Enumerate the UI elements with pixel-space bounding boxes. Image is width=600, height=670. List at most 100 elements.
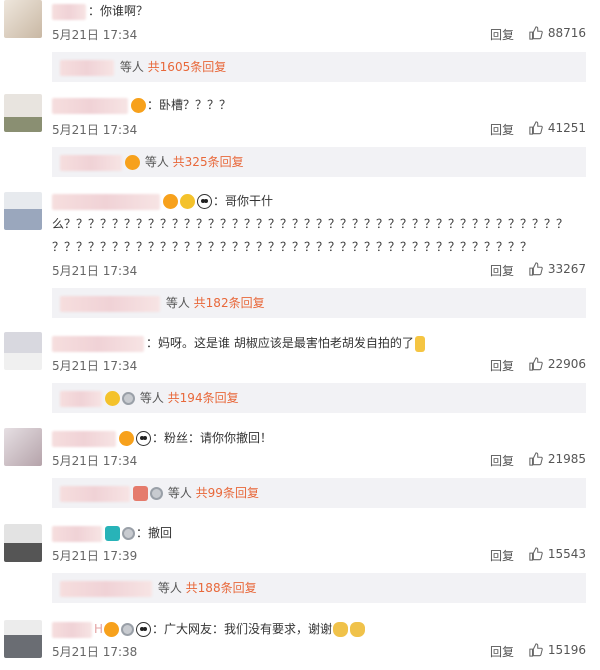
like-button[interactable]: 88716 [529,26,586,40]
comment-text: ：妈呀。这是谁 胡椒应该是最害怕老胡发自拍的了 [146,336,414,350]
fire-emoji-icon [125,155,140,170]
username-visible-part[interactable]: H [94,622,103,636]
like-count: 15543 [547,547,586,561]
panda-emoji-icon [136,431,151,446]
like-count: 21985 [547,452,586,466]
reply-count-link[interactable]: 共99条回复 [196,486,259,500]
username-redacted[interactable] [52,430,116,447]
others-label: 等人 [119,60,144,74]
reply-avatars-redacted [60,390,102,407]
like-count: 88716 [547,26,586,40]
username-redacted[interactable] [52,335,144,352]
avatar[interactable] [4,620,42,658]
reply-button[interactable]: 回复 [490,357,514,374]
reply-avatars-redacted [60,59,114,76]
camera-emoji-icon [105,526,120,541]
comment-meta: 5月21日 17:39 回复 15543 [52,547,586,563]
fire-emoji-icon [131,98,146,113]
timestamp: 5月21日 17:39 [52,549,138,563]
panda-emoji-icon [197,194,212,209]
avatar[interactable] [4,332,42,370]
panda-emoji-icon [136,622,152,637]
others-label: 等人 [144,155,169,169]
others-label: 等人 [167,486,192,500]
reply-summary-bar[interactable]: 等人 共99条回复 [52,478,586,508]
thumbs-up-icon [529,452,543,466]
timestamp: 5月21日 17:34 [52,454,138,468]
thumbs-up-icon [529,26,543,40]
thumbs-up-icon [529,547,543,561]
thumbs-up-icon [529,121,543,135]
comment-meta: 5月21日 17:34 回复 41251 [52,121,586,137]
reply-summary-bar[interactable]: 等人 共194条回复 [52,383,586,413]
fire-emoji-icon [104,622,120,637]
comment-text: ：撤回 [136,526,173,540]
doge-emoji-icon [350,622,366,637]
avatar[interactable] [4,524,42,562]
reply-summary-bar[interactable]: 等人 共1605条回复 [52,52,586,82]
comment-text: ：粉丝：请你你撤回！ [152,431,273,445]
comment-body: ：哥你干什 [52,190,586,212]
smile-emoji-icon [105,391,120,406]
like-button[interactable]: 41251 [529,121,586,135]
comment-text-line2: 么？？？？？？？？？？？？？？？？？？？？？？？？？？？？？？？？？？？？？？？… [52,217,569,231]
reply-count-link[interactable]: 共182条回复 [194,296,265,310]
comment-body: ：撤回 [52,522,586,544]
like-button[interactable]: 15196 [529,643,586,657]
medal-emoji-icon [122,527,135,540]
username-redacted[interactable] [52,3,86,20]
like-button[interactable]: 15543 [529,547,586,561]
bottle-emoji-icon [414,335,425,352]
reply-count-link[interactable]: 共325条回复 [173,155,244,169]
like-button[interactable]: 22906 [529,357,586,371]
timestamp: 5月21日 17:34 [52,264,138,278]
avatar[interactable] [4,192,42,230]
username-redacted[interactable] [52,621,92,638]
like-count: 22906 [547,357,586,371]
smile-emoji-icon [180,194,195,209]
comment-text: ：你谁啊？ [88,4,149,18]
reply-count-link[interactable]: 共1605条回复 [148,60,227,74]
reply-summary-bar[interactable]: 等人 共182条回复 [52,288,586,318]
reply-count-link[interactable]: 共194条回复 [168,391,239,405]
medal-emoji-icon [121,623,135,636]
comment-meta: 5月21日 17:34 回复 33267 [52,262,586,278]
username-redacted[interactable] [52,525,102,542]
comment-body: ：卧槽？？？？ [52,94,586,116]
others-label: 等人 [165,296,190,310]
like-count: 33267 [547,262,586,276]
ribbon-emoji-icon [133,486,148,501]
reply-button[interactable]: 回复 [490,26,514,43]
reply-button[interactable]: 回复 [490,121,514,138]
timestamp: 5月21日 17:34 [52,123,138,137]
comment-body: H ：广大网友：我们没有要求，谢谢 [52,618,586,640]
reply-count-link[interactable]: 共188条回复 [186,581,257,595]
reply-summary-bar[interactable]: 等人 共325条回复 [52,147,586,177]
thumbs-up-icon [529,643,543,657]
reply-button[interactable]: 回复 [490,262,514,279]
avatar[interactable] [4,0,42,38]
username-redacted[interactable] [52,193,160,210]
comment-text: ：卧槽？？？？ [147,98,232,112]
reply-button[interactable]: 回复 [490,452,514,469]
comment-meta: 5月21日 17:34 回复 21985 [52,452,586,468]
comment-body: ：妈呀。这是谁 胡椒应该是最害怕老胡发自拍的了 [52,332,586,354]
comment-meta: 5月21日 17:34 回复 88716 [52,26,586,42]
comment-text-line1: ：哥你干什 [213,194,274,208]
timestamp: 5月21日 17:38 [52,645,138,659]
avatar[interactable] [4,428,42,466]
timestamp: 5月21日 17:34 [52,359,138,373]
comment-text: ：广大网友：我们没有要求，谢谢 [152,622,333,636]
fire-emoji-icon [119,431,134,446]
reply-button[interactable]: 回复 [490,643,514,660]
like-button[interactable]: 33267 [529,262,586,276]
timestamp: 5月21日 17:34 [52,28,138,42]
avatar[interactable] [4,94,42,132]
like-button[interactable]: 21985 [529,452,586,466]
reply-button[interactable]: 回复 [490,547,514,564]
username-redacted[interactable] [52,97,128,114]
comment-body: ：粉丝：请你你撤回！ [52,427,586,449]
comment-meta: 5月21日 17:34 回复 22906 [52,357,586,373]
reply-summary-bar[interactable]: 等人 共188条回复 [52,573,586,603]
doge-emoji-icon [333,622,349,637]
